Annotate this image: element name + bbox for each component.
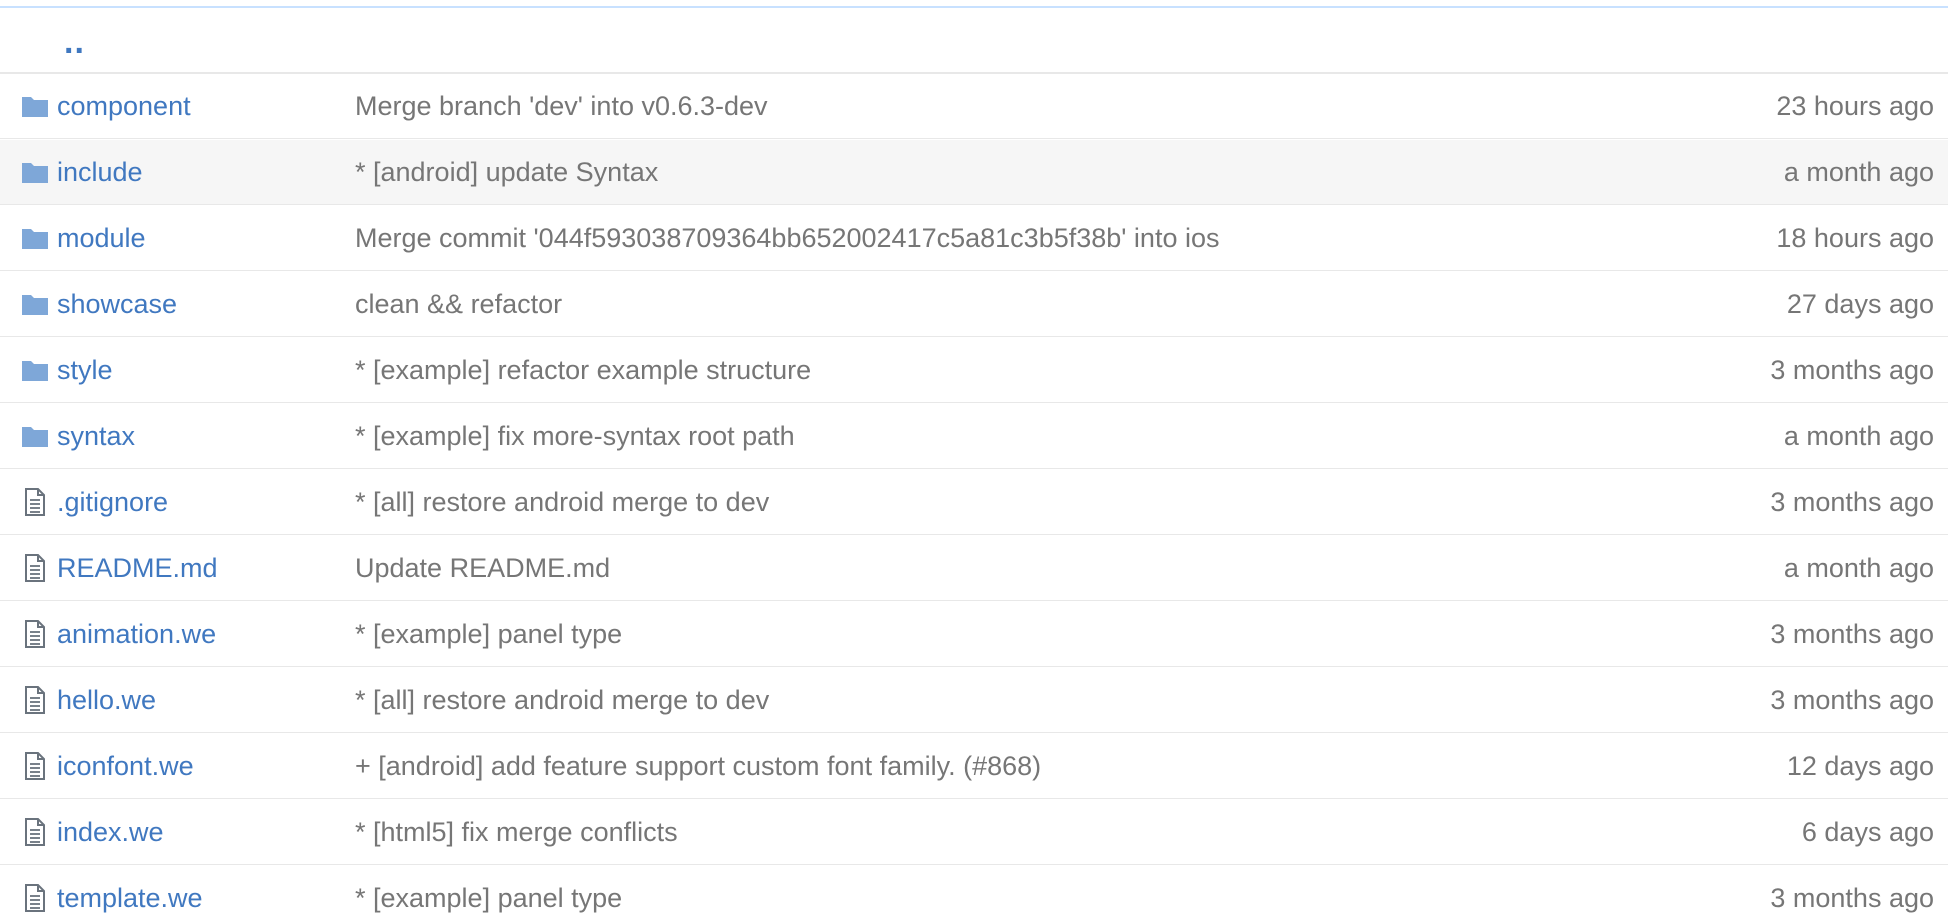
- table-row[interactable]: .gitignore * [all] restore android merge …: [0, 470, 1948, 535]
- commit-message-link[interactable]: * [all] restore android merge to dev: [355, 685, 769, 716]
- commit-message-link[interactable]: + [android] add feature support custom f…: [355, 751, 1041, 782]
- file-name-link[interactable]: iconfont.we: [57, 751, 194, 782]
- file-name-link[interactable]: module: [57, 223, 146, 254]
- commit-age: 3 months ago: [1770, 618, 1934, 649]
- table-row[interactable]: iconfont.we + [android] add feature suppo…: [0, 734, 1948, 799]
- commit-age: 12 days ago: [1786, 750, 1934, 781]
- commit-message-link[interactable]: * [example] fix more-syntax root path: [355, 421, 795, 452]
- commit-message-link[interactable]: * [example] refactor example structure: [355, 355, 811, 386]
- folder-icon: [20, 157, 50, 187]
- file-name-link[interactable]: .gitignore: [57, 487, 168, 518]
- commit-age: 18 hours ago: [1776, 222, 1934, 253]
- file-icon: [20, 817, 50, 847]
- commit-age: 3 months ago: [1770, 882, 1934, 913]
- file-name-link[interactable]: showcase: [57, 289, 177, 320]
- folder-icon: [20, 91, 50, 121]
- file-name-link[interactable]: include: [57, 157, 143, 188]
- commit-age: a month ago: [1783, 156, 1934, 187]
- file-table: .. component Merge branch 'dev' into v0.6…: [0, 0, 1948, 922]
- file-name-link[interactable]: index.we: [57, 817, 164, 848]
- commit-message-link[interactable]: Merge commit '044f593038709364bb65200241…: [355, 223, 1219, 254]
- table-row[interactable]: README.md Update README.md a month ago: [0, 536, 1948, 601]
- table-row[interactable]: hello.we * [all] restore android merge to…: [0, 668, 1948, 733]
- file-name-link[interactable]: template.we: [57, 883, 203, 914]
- file-name-link[interactable]: animation.we: [57, 619, 216, 650]
- table-row[interactable]: component Merge branch 'dev' into v0.6.3-…: [0, 74, 1948, 139]
- folder-icon: [20, 223, 50, 253]
- commit-age: 27 days ago: [1786, 288, 1934, 319]
- commit-age: 6 days ago: [1801, 816, 1934, 847]
- table-row[interactable]: style * [example] refactor example struct…: [0, 338, 1948, 403]
- commit-message-link[interactable]: * [html5] fix merge conflicts: [355, 817, 678, 848]
- parent-directory-row[interactable]: ..: [0, 8, 1948, 74]
- commit-age: a month ago: [1783, 552, 1934, 583]
- commit-age: 3 months ago: [1770, 684, 1934, 715]
- table-row[interactable]: index.we * [html5] fix merge conflicts 6 d…: [0, 800, 1948, 865]
- file-name-link[interactable]: style: [57, 355, 113, 386]
- folder-icon: [20, 421, 50, 451]
- commit-message-link[interactable]: Merge branch 'dev' into v0.6.3-dev: [355, 91, 768, 122]
- file-name-link[interactable]: hello.we: [57, 685, 156, 716]
- file-icon: [20, 487, 50, 517]
- file-icon: [20, 751, 50, 781]
- folder-icon: [20, 289, 50, 319]
- file-name-link[interactable]: README.md: [57, 553, 218, 584]
- commit-message-link[interactable]: clean && refactor: [355, 289, 562, 320]
- table-row[interactable]: syntax * [example] fix more-syntax root p…: [0, 404, 1948, 469]
- folder-icon: [20, 355, 50, 385]
- commit-age: 23 hours ago: [1776, 90, 1934, 121]
- parent-directory-link[interactable]: ..: [64, 25, 85, 59]
- commit-age: 3 months ago: [1770, 354, 1934, 385]
- commit-message-link[interactable]: * [example] panel type: [355, 883, 622, 914]
- table-row[interactable]: showcase clean && refactor 27 days ago: [0, 272, 1948, 337]
- table-row[interactable]: animation.we * [example] panel type 3 mont…: [0, 602, 1948, 667]
- file-name-link[interactable]: syntax: [57, 421, 135, 452]
- table-row[interactable]: include * [android] update Syntax a month …: [0, 140, 1948, 205]
- file-icon: [20, 619, 50, 649]
- commit-message-link[interactable]: * [all] restore android merge to dev: [355, 487, 769, 518]
- commit-message-link[interactable]: * [android] update Syntax: [355, 157, 658, 188]
- commit-age: 3 months ago: [1770, 486, 1934, 517]
- file-icon: [20, 685, 50, 715]
- commit-age: a month ago: [1783, 420, 1934, 451]
- file-name-link[interactable]: component: [57, 91, 191, 122]
- commit-message-link[interactable]: * [example] panel type: [355, 619, 622, 650]
- commit-message-link[interactable]: Update README.md: [355, 553, 610, 584]
- file-icon: [20, 883, 50, 913]
- table-row[interactable]: template.we * [example] panel type 3 month…: [0, 866, 1948, 922]
- table-row[interactable]: module Merge commit '044f593038709364bb65…: [0, 206, 1948, 271]
- file-icon: [20, 553, 50, 583]
